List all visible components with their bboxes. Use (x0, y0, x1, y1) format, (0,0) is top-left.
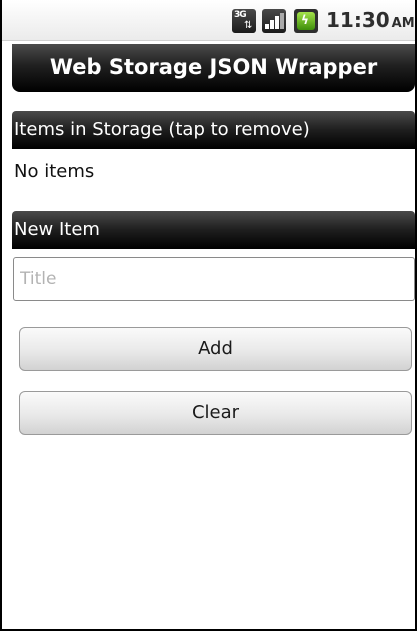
status-bar: 3G ⇅ ϟ 11:30 AM (2, 0, 415, 41)
data-arrows-icon: ⇅ (244, 20, 253, 31)
app-title-bar: Web Storage JSON Wrapper (12, 44, 415, 92)
title-input[interactable] (13, 257, 415, 301)
3g-label: 3G (234, 10, 247, 20)
clear-button[interactable]: Clear (19, 391, 412, 435)
items-section-header: Items in Storage (tap to remove) (12, 111, 415, 149)
new-item-section-header: New Item (12, 211, 415, 249)
signal-strength-icon (262, 9, 286, 33)
app-title: Web Storage JSON Wrapper (49, 55, 378, 79)
3g-data-icon: 3G ⇅ (232, 9, 256, 33)
new-item-section-title: New Item (14, 219, 100, 240)
signal-bar (265, 24, 269, 29)
status-clock: 11:30 AM (326, 6, 415, 38)
signal-bar (280, 13, 284, 29)
items-section-title: Items in Storage (tap to remove) (14, 119, 310, 140)
charging-bolt-icon: ϟ (301, 13, 309, 27)
battery-charging-icon: ϟ (294, 9, 318, 33)
add-button[interactable]: Add (19, 327, 412, 371)
battery-level: ϟ (297, 12, 315, 30)
clear-button-label: Clear (191, 402, 240, 423)
signal-bar (275, 16, 279, 29)
add-button-label: Add (198, 338, 233, 359)
items-empty-text: No items (14, 161, 95, 182)
clock-ampm: AM (391, 16, 415, 31)
phone-screen: 3G ⇅ ϟ 11:30 AM Web Storage JSON Wrapper … (0, 0, 417, 631)
signal-bar (270, 20, 274, 29)
clock-time: 11:30 (326, 8, 390, 32)
